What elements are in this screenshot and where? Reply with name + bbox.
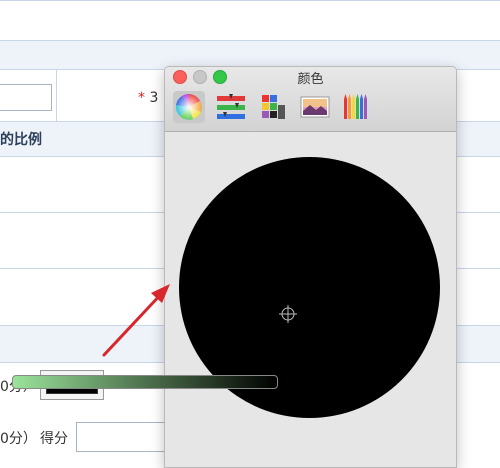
annotation-arrow-icon (102, 284, 170, 357)
